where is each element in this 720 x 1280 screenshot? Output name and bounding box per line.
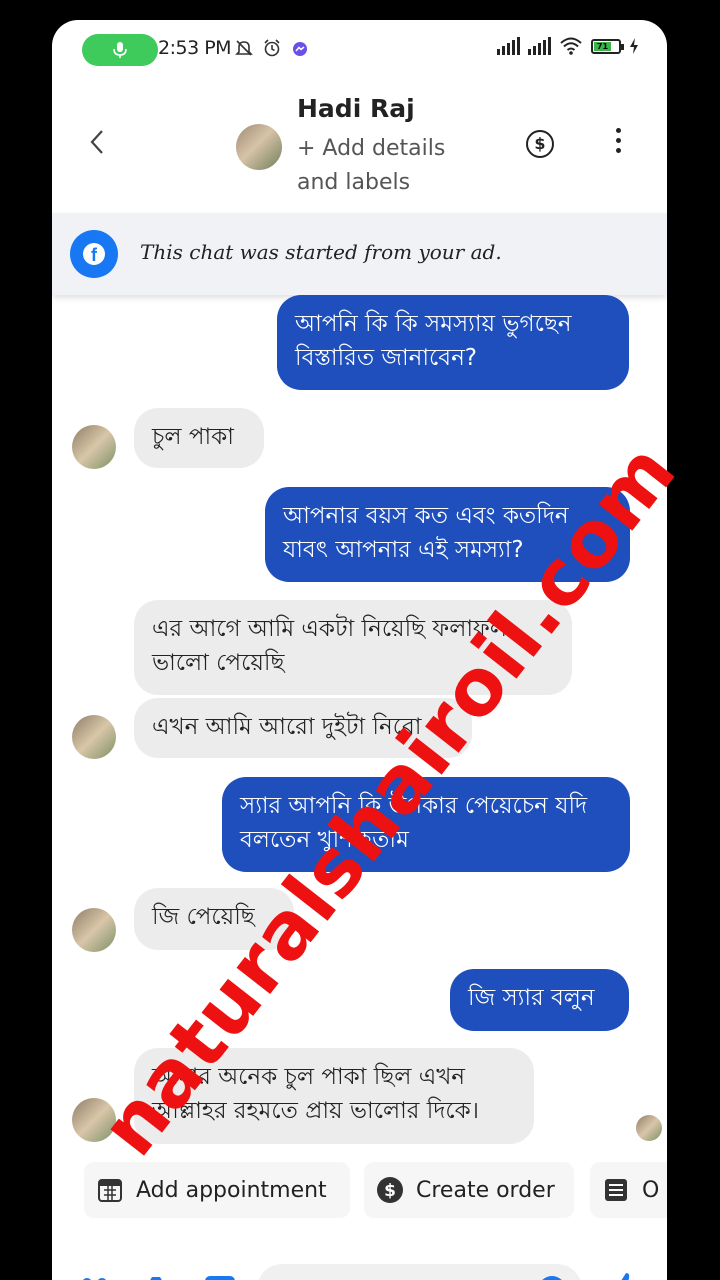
messenger-icon — [293, 42, 307, 56]
message-outgoing[interactable]: আপনি কি কি সমস্যায় ভুগছেন বিস্তারিত জান… — [277, 295, 629, 390]
add-appointment-label: Add appointment — [136, 1177, 327, 1203]
sender-avatar[interactable] — [72, 1098, 116, 1142]
message-incoming[interactable]: চুল পাকা — [134, 408, 264, 468]
contact-name[interactable]: Hadi Raj — [297, 94, 415, 123]
ad-origin-banner: f This chat was started from your ad. — [52, 213, 667, 295]
chevron-left-icon — [90, 130, 103, 154]
sender-avatar[interactable] — [72, 908, 116, 952]
back-button[interactable] — [88, 128, 106, 164]
signal-icon — [497, 37, 520, 55]
create-order-button[interactable]: $ Create order — [364, 1162, 574, 1218]
add-appointment-button[interactable]: Add appointment — [84, 1162, 350, 1218]
status-bar: 2:53 PM 71 — [52, 20, 667, 80]
message-incoming[interactable]: আমার অনেক চুল পাকা ছিল এখন আল্লাহর রহমতে… — [134, 1048, 534, 1144]
system-status: 71 — [497, 36, 639, 56]
chat-header: Hadi Raj + Add details and labels $ — [52, 80, 667, 213]
battery-icon: 71 — [591, 38, 624, 54]
create-order-label: Create order — [416, 1177, 555, 1203]
alarm-icon — [264, 39, 280, 57]
message-outgoing[interactable]: জি স্যার বলুন — [450, 969, 629, 1031]
sender-avatar[interactable] — [72, 715, 116, 759]
list-icon — [602, 1176, 630, 1204]
camera-icon[interactable] — [138, 1272, 174, 1280]
battery-level: 71 — [594, 41, 611, 51]
message-incoming[interactable]: জি পেয়েছি — [134, 888, 294, 950]
mute-icon — [235, 40, 253, 56]
like-icon[interactable] — [608, 1270, 642, 1280]
sender-avatar[interactable] — [72, 425, 116, 469]
charging-icon — [630, 38, 638, 54]
svg-text:$: $ — [384, 1181, 396, 1201]
dollar-icon: $ — [534, 134, 546, 153]
gallery-icon[interactable] — [202, 1272, 238, 1280]
contact-avatar[interactable] — [236, 124, 282, 170]
mic-icon — [113, 42, 127, 58]
ad-origin-text: This chat was started from your ad. — [140, 240, 502, 264]
phone-screen: 2:53 PM 71 Hadi Raj + Add details and la… — [52, 20, 667, 1280]
emoji-icon[interactable] — [537, 1275, 567, 1280]
facebook-icon: f — [70, 230, 118, 278]
message-outgoing[interactable]: আপনার বয়স কত এবং কতদিন যাবৎ আপনার এই সম… — [265, 487, 630, 582]
signal-icon — [528, 37, 551, 55]
add-details-link[interactable]: + Add details and labels — [297, 132, 477, 200]
apps-grid-icon[interactable] — [80, 1276, 114, 1280]
message-outgoing[interactable]: স্যার আপনি কি উপকার পেয়েচেন যদি বলতেন খ… — [222, 777, 630, 872]
seen-indicator-avatar — [636, 1115, 662, 1141]
more-action-label: O — [642, 1177, 660, 1203]
message-incoming[interactable]: এখন আমি আরো দুইটা নিবো — [134, 698, 472, 758]
message-incoming[interactable]: এর আগে আমি একটা নিয়েছি ফলাফল ভালো পেয়ে… — [134, 600, 572, 695]
wifi-icon — [560, 37, 582, 55]
message-composer: Aa — [52, 1242, 667, 1280]
calendar-icon — [96, 1176, 124, 1204]
status-time: 2:53 PM — [158, 37, 232, 59]
payments-button[interactable]: $ — [526, 130, 554, 158]
mic-indicator[interactable] — [82, 34, 158, 66]
dollar-icon: $ — [376, 1176, 404, 1204]
message-input[interactable]: Aa — [257, 1264, 582, 1280]
more-options-button[interactable] — [616, 128, 622, 158]
more-action-button[interactable]: O — [590, 1162, 667, 1218]
